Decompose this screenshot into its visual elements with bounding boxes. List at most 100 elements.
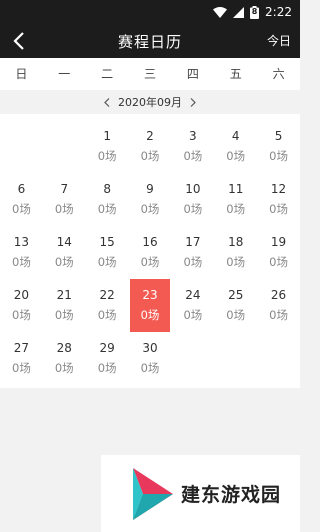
match-count: 0场 bbox=[140, 308, 160, 322]
match-count: 0场 bbox=[140, 361, 160, 375]
day-number: 7 bbox=[60, 182, 69, 196]
day-number: 9 bbox=[146, 182, 154, 196]
match-count: 0场 bbox=[97, 202, 117, 216]
weekday-label: 六 bbox=[272, 67, 285, 81]
day-cell[interactable]: 7 0场 bbox=[43, 173, 86, 226]
match-count: 0场 bbox=[54, 308, 74, 322]
match-count: 0场 bbox=[12, 361, 31, 375]
day-cell[interactable]: 29 0场 bbox=[86, 332, 129, 385]
match-count: 0场 bbox=[97, 361, 117, 375]
weekday-label: 四 bbox=[186, 67, 199, 81]
weekday-label: 日 bbox=[15, 67, 28, 81]
day-cell[interactable]: 5 0场 bbox=[257, 120, 300, 173]
battery-icon: 8 bbox=[250, 5, 260, 19]
page-title: 赛程日历 bbox=[117, 32, 182, 51]
day-cell[interactable]: 8 0场 bbox=[86, 173, 129, 226]
back-button[interactable] bbox=[6, 28, 32, 54]
match-count: 0场 bbox=[140, 149, 160, 163]
day-number: 17 bbox=[185, 235, 201, 249]
wifi-icon bbox=[213, 6, 228, 18]
day-cell[interactable]: 27 0场 bbox=[0, 332, 43, 385]
day-cell-selected[interactable]: 23 0场 bbox=[129, 279, 171, 332]
day-cell[interactable]: 11 0场 bbox=[214, 173, 257, 226]
day-cell[interactable]: 24 0场 bbox=[171, 279, 214, 332]
day-cell[interactable]: 22 0场 bbox=[86, 279, 129, 332]
match-count: 0场 bbox=[183, 308, 203, 322]
match-count: 0场 bbox=[54, 202, 74, 216]
match-count: 0场 bbox=[54, 361, 74, 375]
match-count: 0场 bbox=[226, 202, 246, 216]
day-cell[interactable]: 15 0场 bbox=[86, 226, 129, 279]
calendar-grid: 1 0场 2 0场 3 0场 4 0场 5 0场 6 0场 7 0场 8 0场 9 0场 10 0场 11 0场 12 0场 1… bbox=[0, 114, 300, 388]
day-cell[interactable]: 10 0场 bbox=[171, 173, 214, 226]
day-cell[interactable]: 28 0场 bbox=[43, 332, 86, 385]
day-number: 11 bbox=[228, 182, 244, 196]
match-count: 0场 bbox=[183, 149, 203, 163]
match-count: 0场 bbox=[140, 202, 160, 216]
day-cell[interactable]: 26 0场 bbox=[257, 279, 300, 332]
day-cell[interactable]: 14 0场 bbox=[43, 226, 86, 279]
watermark: 建东游戏园 bbox=[101, 455, 300, 532]
signal-icon bbox=[233, 6, 245, 18]
day-cell[interactable]: 18 0场 bbox=[214, 226, 257, 279]
day-cell[interactable]: 19 0场 bbox=[257, 226, 300, 279]
day-number: 5 bbox=[274, 129, 283, 143]
match-count: 0场 bbox=[226, 255, 246, 269]
day-number: 8 bbox=[103, 182, 111, 196]
match-count: 0场 bbox=[226, 308, 246, 322]
match-count: 0场 bbox=[140, 255, 160, 269]
day-cell[interactable]: 17 0场 bbox=[171, 226, 214, 279]
day-cell[interactable]: 6 0场 bbox=[0, 173, 43, 226]
match-count: 0场 bbox=[226, 149, 246, 163]
day-number: 23 bbox=[142, 288, 158, 302]
match-count: 0场 bbox=[183, 255, 203, 269]
day-number: 1 bbox=[103, 129, 111, 143]
day-number: 26 bbox=[270, 288, 287, 302]
day-number: 13 bbox=[13, 235, 30, 249]
day-number: 29 bbox=[99, 341, 115, 355]
day-cell[interactable]: 20 0场 bbox=[0, 279, 43, 332]
match-count: 0场 bbox=[97, 255, 117, 269]
day-cell[interactable]: 1 0场 bbox=[86, 120, 129, 173]
watermark-text: 建东游戏园 bbox=[181, 484, 282, 506]
day-number: 25 bbox=[228, 288, 244, 302]
day-number: 6 bbox=[17, 182, 26, 196]
today-button[interactable]: 今日 bbox=[267, 24, 291, 58]
weekday-header: 日 一 二 三 四 五 六 bbox=[0, 58, 300, 90]
empty-day-cell bbox=[0, 120, 43, 173]
day-cell[interactable]: 9 0场 bbox=[129, 173, 172, 226]
day-number: 30 bbox=[142, 341, 158, 355]
day-number: 15 bbox=[99, 235, 115, 249]
chevron-left-icon bbox=[13, 32, 24, 50]
day-number: 14 bbox=[56, 235, 72, 249]
title-bar: 赛程日历 今日 bbox=[0, 24, 300, 58]
day-number: 27 bbox=[13, 341, 30, 355]
day-cell[interactable]: 12 0场 bbox=[257, 173, 300, 226]
day-cell[interactable]: 3 0场 bbox=[171, 120, 214, 173]
match-count: 0场 bbox=[183, 202, 203, 216]
day-cell[interactable]: 4 0场 bbox=[214, 120, 257, 173]
match-count: 0场 bbox=[269, 255, 288, 269]
day-cell[interactable]: 13 0场 bbox=[0, 226, 43, 279]
weekday-label: 三 bbox=[144, 67, 157, 81]
day-number: 4 bbox=[231, 129, 240, 143]
prev-month-button[interactable] bbox=[100, 90, 114, 114]
status-time: 2:22 bbox=[265, 5, 292, 19]
battery-level: 8 bbox=[251, 6, 258, 16]
match-count: 0场 bbox=[12, 255, 31, 269]
chevron-left-icon bbox=[104, 97, 110, 107]
month-label: 2020年09月 bbox=[118, 96, 182, 109]
day-cell[interactable]: 16 0场 bbox=[129, 226, 172, 279]
day-cell[interactable]: 30 0场 bbox=[129, 332, 172, 385]
next-month-button[interactable] bbox=[186, 90, 200, 114]
day-number: 20 bbox=[13, 288, 30, 302]
day-cell[interactable]: 25 0场 bbox=[214, 279, 257, 332]
day-cell[interactable]: 21 0场 bbox=[43, 279, 86, 332]
day-number: 19 bbox=[270, 235, 287, 249]
match-count: 0场 bbox=[54, 255, 74, 269]
day-number: 12 bbox=[270, 182, 287, 196]
match-count: 0场 bbox=[12, 308, 31, 322]
empty-day-cell bbox=[43, 120, 86, 173]
status-bar: 8 2:22 bbox=[0, 0, 300, 24]
day-cell[interactable]: 2 0场 bbox=[129, 120, 172, 173]
